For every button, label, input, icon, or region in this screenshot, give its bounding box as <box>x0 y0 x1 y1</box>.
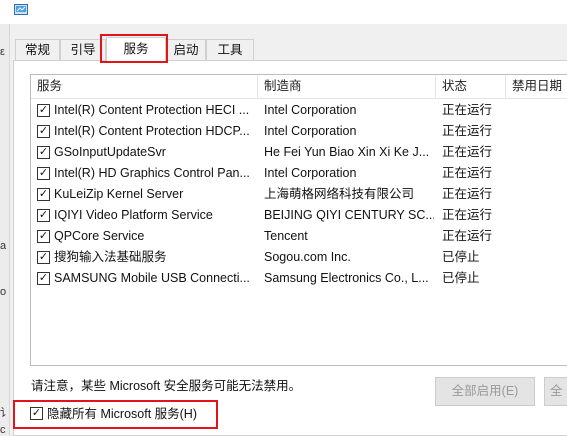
service-checkbox[interactable]: ✓ <box>37 125 50 138</box>
service-status: 正在运行 <box>442 208 493 222</box>
edge-glyph: а <box>0 240 7 252</box>
table-row[interactable]: ✓ KuLeiZip Kernel Server 上海萌格网络科技有限公司 正在运行 <box>31 184 567 205</box>
table-row[interactable]: ✓ Intel(R) Content Protection HECI ... Int… <box>31 100 567 121</box>
tab-tools[interactable]: 工具 <box>206 39 254 60</box>
edge-glyph: 讠 <box>0 407 11 419</box>
service-manufacturer: Sogou.com Inc. <box>264 250 351 264</box>
table-row[interactable]: ✓ QPCore Service Tencent 正在运行 <box>31 226 567 247</box>
tab-general[interactable]: 常规 <box>15 39 60 60</box>
service-checkbox[interactable]: ✓ <box>37 230 50 243</box>
services-list[interactable]: 服务 制造商 状态 禁用日期 ✓ Intel(R) Content Protect… <box>30 74 567 366</box>
table-row[interactable]: ✓ 搜狗输入法基础服务 Sogou.com Inc. 已停止 <box>31 247 567 268</box>
service-status: 正在运行 <box>442 187 493 201</box>
table-row[interactable]: ✓ IQIYI Video Platform Service BEIJING QIY… <box>31 205 567 226</box>
service-name: Intel(R) Content Protection HECI ... <box>54 103 250 117</box>
disable-all-button[interactable]: 全 <box>544 377 567 406</box>
edge-glyph: o <box>0 286 7 298</box>
enable-all-button[interactable]: 全部启用(E) <box>435 377 535 406</box>
service-checkbox[interactable]: ✓ <box>37 104 50 117</box>
service-checkbox[interactable]: ✓ <box>37 209 50 222</box>
service-manufacturer: Intel Corporation <box>264 103 357 117</box>
service-checkbox[interactable]: ✓ <box>37 272 50 285</box>
service-name: QPCore Service <box>54 229 145 243</box>
service-manufacturer: Tencent <box>264 229 308 243</box>
column-header-disabled-date[interactable]: 禁用日期 <box>506 75 567 98</box>
tab-startup[interactable]: 启动 <box>166 39 206 60</box>
service-manufacturer: 上海萌格网络科技有限公司 <box>264 187 415 201</box>
service-manufacturer: BEIJING QIYI CENTURY SC... <box>264 208 434 222</box>
edge-glyph: ε <box>0 46 5 58</box>
column-header-status[interactable]: 状态 <box>436 75 506 98</box>
service-manufacturer: Intel Corporation <box>264 166 357 180</box>
service-manufacturer: Samsung Electronics Co., L... <box>264 271 429 285</box>
service-status: 正在运行 <box>442 166 493 180</box>
service-manufacturer: Intel Corporation <box>264 124 357 138</box>
service-checkbox[interactable]: ✓ <box>37 167 50 180</box>
service-checkbox[interactable]: ✓ <box>37 146 50 159</box>
service-name: IQIYI Video Platform Service <box>54 208 213 222</box>
tab-boot[interactable]: 引导 <box>60 39 106 60</box>
table-row[interactable]: ✓ Intel(R) Content Protection HDCP... Inte… <box>31 121 567 142</box>
service-name: SAMSUNG Mobile USB Connecti... <box>54 271 250 285</box>
service-checkbox[interactable]: ✓ <box>37 251 50 264</box>
service-manufacturer: He Fei Yun Biao Xin Xi Ke J... <box>264 145 430 159</box>
list-header: 服务 制造商 状态 禁用日期 <box>31 75 567 99</box>
system-config-app-icon <box>14 4 28 15</box>
service-status: 正在运行 <box>442 229 493 243</box>
service-name: GSoInputUpdateSvr <box>54 145 166 159</box>
service-status: 已停止 <box>442 250 480 264</box>
column-header-manufacturer[interactable]: 制造商 <box>258 75 436 98</box>
window-titlebar <box>0 0 567 24</box>
table-row[interactable]: ✓ SAMSUNG Mobile USB Connecti... Samsung E… <box>31 268 567 289</box>
edge-glyph: c <box>0 424 6 436</box>
service-status: 正在运行 <box>442 124 493 138</box>
column-header-service[interactable]: 服务 <box>31 75 258 98</box>
tab-bar: 常规 引导 服务 启动 工具 <box>9 37 567 62</box>
security-notice: 请注意，某些 Microsoft 安全服务可能无法禁用。 <box>31 379 302 393</box>
service-name: Intel(R) Content Protection HDCP... <box>54 124 250 138</box>
hide-microsoft-services-label: 隐藏所有 Microsoft 服务(H) <box>47 407 198 421</box>
service-name: KuLeiZip Kernel Server <box>54 187 184 201</box>
service-checkbox[interactable]: ✓ <box>37 188 50 201</box>
checkbox-box[interactable]: ✓ <box>30 407 43 420</box>
service-status: 正在运行 <box>442 145 493 159</box>
service-name: Intel(R) HD Graphics Control Pan... <box>54 166 250 180</box>
tab-services[interactable]: 服务 <box>106 37 166 62</box>
service-name: 搜狗输入法基础服务 <box>54 250 167 264</box>
service-status: 已停止 <box>442 271 480 285</box>
background-window-edge: ε а o 讠 c <box>0 24 11 436</box>
table-row[interactable]: ✓ Intel(R) HD Graphics Control Pan... Inte… <box>31 163 567 184</box>
service-status: 正在运行 <box>442 103 493 117</box>
table-row[interactable]: ✓ GSoInputUpdateSvr He Fei Yun Biao Xin Xi… <box>31 142 567 163</box>
